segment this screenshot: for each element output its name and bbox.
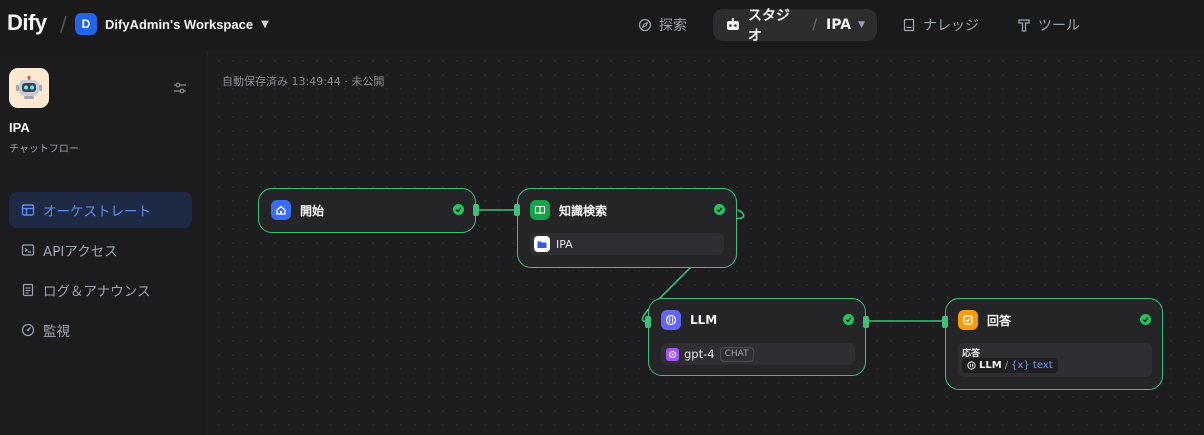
gauge-icon xyxy=(21,323,35,337)
sidebar-item-orchestrate[interactable]: オーケストレート xyxy=(9,192,192,228)
answer-icon xyxy=(958,310,978,330)
node-title: LLM xyxy=(690,313,718,327)
model-selector[interactable]: gpt-4 CHAT xyxy=(661,343,855,365)
sidebar-item-api-access[interactable]: APIアクセス xyxy=(9,232,192,268)
robot-icon xyxy=(16,76,42,99)
sidebar-menu: オーケストレート APIアクセス ログ＆アナウンス 監視 xyxy=(9,192,192,352)
input-handle[interactable] xyxy=(514,204,520,216)
check-circle-icon xyxy=(714,204,725,215)
node-header: 知識検索 xyxy=(530,200,607,220)
sidebar-item-label: オーケストレート xyxy=(43,204,151,220)
book-open-icon xyxy=(530,200,550,220)
node-llm[interactable]: LLM gpt-4 CHAT xyxy=(645,298,869,376)
model-name: gpt-4 xyxy=(684,347,715,361)
breadcrumb-slash: / xyxy=(60,12,67,36)
terminal-icon xyxy=(21,243,35,257)
nav-explore[interactable]: 探索 xyxy=(626,9,699,41)
input-handle[interactable] xyxy=(645,316,651,328)
check-circle-icon xyxy=(1140,314,1151,325)
home-icon xyxy=(271,200,291,220)
workspace-selector[interactable]: D DifyAdmin's Workspace ▼ xyxy=(75,13,269,35)
folder-icon xyxy=(534,236,550,252)
sidebar-item-logs[interactable]: ログ＆アナウンス xyxy=(9,272,192,308)
sidebar-item-label: ログ＆アナウンス xyxy=(43,284,151,300)
chevron-down-icon: ▼ xyxy=(261,18,269,30)
answer-content: 応答 LLM / {x} text xyxy=(958,343,1152,377)
llm-icon xyxy=(661,310,681,330)
top-bar: Dify / D DifyAdmin's Workspace ▼ 探索 スタジオ… xyxy=(0,0,1204,50)
compass-icon xyxy=(638,18,652,32)
layout-icon xyxy=(21,203,35,217)
nav-tools[interactable]: ツール xyxy=(1005,9,1092,41)
nav-knowledge[interactable]: ナレッジ xyxy=(890,9,991,41)
nav-studio-app[interactable]: IPA xyxy=(826,17,851,33)
node-header: 回答 xyxy=(958,310,1011,330)
check-circle-icon xyxy=(453,204,464,215)
variable-separator: / xyxy=(1004,360,1009,371)
nav-tools-label: ツール xyxy=(1038,18,1080,34)
workspace-avatar: D xyxy=(75,13,97,35)
node-header: LLM xyxy=(661,310,717,330)
robot-icon xyxy=(726,18,739,30)
nav-knowledge-label: ナレッジ xyxy=(923,18,979,34)
chevron-down-icon[interactable]: ▼ xyxy=(858,20,865,30)
node-title: 回答 xyxy=(987,313,1012,328)
node-answer[interactable]: 回答 応答 LLM / {x} text xyxy=(942,298,1163,390)
workflow-canvas[interactable]: 自動保存済み 13:49:44 · 未公開 開始 知識検索 IPA LLM gp… xyxy=(208,50,1204,435)
variable-name: {x} text xyxy=(1011,360,1053,371)
output-handle[interactable] xyxy=(473,204,479,216)
node-header: 開始 xyxy=(271,200,324,220)
nav-studio-label: スタジオ xyxy=(747,8,790,44)
app-name: IPA xyxy=(9,120,30,135)
sidebar: IPA チャットフロー オーケストレート APIアクセス ログ＆アナウンス 監視 xyxy=(0,50,208,435)
variable-chip: LLM / {x} text xyxy=(962,358,1058,373)
book-icon xyxy=(903,18,915,32)
input-handle[interactable] xyxy=(942,316,948,328)
node-title: 開始 xyxy=(300,203,325,218)
openai-icon xyxy=(666,347,679,361)
check-circle-icon xyxy=(843,314,854,325)
nav-studio[interactable]: スタジオ / IPA ▼ xyxy=(713,8,877,44)
hammer-icon xyxy=(1018,19,1030,32)
dataset-item: IPA xyxy=(530,233,724,255)
node-title: 知識検索 xyxy=(559,203,608,218)
variable-source: LLM xyxy=(979,360,1002,371)
document-icon xyxy=(21,283,35,297)
app-icon xyxy=(9,68,49,108)
llm-icon xyxy=(967,361,976,370)
output-handle[interactable] xyxy=(863,316,869,328)
settings-sliders-icon[interactable] xyxy=(172,80,188,96)
sidebar-item-label: APIアクセス xyxy=(43,244,118,260)
dataset-name: IPA xyxy=(556,237,573,251)
workspace-name: DifyAdmin's Workspace xyxy=(105,16,254,32)
nav-separator: / xyxy=(812,17,818,33)
app-type: チャットフロー xyxy=(9,144,79,155)
model-mode-badge: CHAT xyxy=(719,346,754,362)
sidebar-item-monitoring[interactable]: 監視 xyxy=(9,312,192,348)
sidebar-item-label: 監視 xyxy=(43,324,70,340)
nav-explore-label: 探索 xyxy=(659,18,687,34)
node-start[interactable]: 開始 xyxy=(258,188,479,233)
node-knowledge-retrieval[interactable]: 知識検索 IPA xyxy=(514,188,737,268)
dify-logo[interactable]: Dify xyxy=(7,10,47,36)
